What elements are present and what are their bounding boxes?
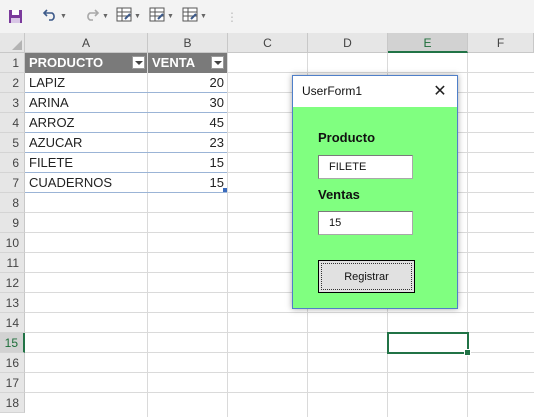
redo-icon: [84, 7, 100, 25]
table-header-producto: PRODUCTO: [29, 55, 104, 70]
row-header-11[interactable]: 11: [0, 253, 25, 273]
table-format-icon: [149, 7, 165, 26]
row-header-13[interactable]: 13: [0, 293, 25, 313]
row-header-4[interactable]: 4: [0, 113, 25, 133]
filter-dropdown-icon[interactable]: [132, 56, 145, 69]
producto-label: Producto: [318, 130, 376, 145]
undo-button[interactable]: ▼: [42, 6, 67, 26]
registrar-button[interactable]: Registrar: [318, 260, 415, 293]
row-header-3[interactable]: 3: [0, 93, 25, 113]
table-cell-venta[interactable]: 30: [148, 93, 227, 113]
gridline: [227, 53, 228, 417]
table-cell-venta[interactable]: 23: [148, 133, 227, 153]
table-header-cell[interactable]: PRODUCTO: [25, 53, 147, 73]
select-all-corner[interactable]: [0, 33, 25, 53]
row-header-14[interactable]: 14: [0, 313, 25, 333]
undo-dropdown-icon[interactable]: ▼: [60, 13, 67, 20]
row-header-15[interactable]: 15: [0, 333, 25, 353]
redo-dropdown-icon[interactable]: ▼: [102, 13, 109, 20]
table-resize-handle[interactable]: [223, 188, 227, 192]
table-cell-producto[interactable]: ARROZ: [25, 113, 147, 133]
row-header-10[interactable]: 10: [0, 233, 25, 253]
row-header-12[interactable]: 12: [0, 273, 25, 293]
column-header-a[interactable]: A: [25, 33, 148, 53]
format-dropdown-icon[interactable]: ▼: [200, 13, 207, 20]
quick-access-toolbar: ▼ ▼ ▼ ▼ ▼ ⋮: [0, 0, 534, 33]
column-header-d[interactable]: D: [308, 33, 388, 53]
table-format-icon: [182, 7, 198, 26]
gridline: [227, 72, 534, 73]
column-header-e[interactable]: E: [388, 33, 468, 53]
row-header-9[interactable]: 9: [0, 213, 25, 233]
fill-handle[interactable]: [464, 349, 471, 356]
table-cell-producto[interactable]: ARINA: [25, 93, 147, 113]
close-icon[interactable]: ✕: [429, 80, 451, 102]
dialog-client-area: Producto FILETE Ventas 15 Registrar: [293, 107, 457, 308]
row-header-6[interactable]: 6: [0, 153, 25, 173]
table-cell-producto[interactable]: FILETE: [25, 153, 147, 173]
table-header-venta: VENTA: [152, 55, 196, 70]
row-header-1[interactable]: 1: [0, 53, 25, 73]
table-format-icon: [116, 7, 132, 26]
gridline: [467, 53, 468, 417]
column-header-b[interactable]: B: [148, 33, 228, 53]
format-table-button-3[interactable]: ▼: [182, 6, 207, 26]
row-header-18[interactable]: 18: [0, 393, 25, 413]
table-cell-producto[interactable]: AZUCAR: [25, 133, 147, 153]
registrar-button-label: Registrar: [321, 263, 412, 290]
table-cell-producto[interactable]: LAPIZ: [25, 73, 147, 93]
gridline: [25, 392, 534, 393]
ventas-textbox[interactable]: 15: [318, 211, 413, 235]
table-cell-venta[interactable]: 15: [148, 173, 227, 193]
gridline: [25, 372, 534, 373]
gridline: [25, 312, 534, 313]
userform-dialog: UserForm1 ✕ Producto FILETE Ventas 15 Re…: [292, 75, 458, 309]
table-cell-producto[interactable]: CUADERNOS: [25, 173, 147, 193]
active-cell-selection[interactable]: [387, 332, 471, 356]
format-dropdown-icon[interactable]: ▼: [134, 13, 141, 20]
row-header-16[interactable]: 16: [0, 353, 25, 373]
row-header-8[interactable]: 8: [0, 193, 25, 213]
redo-button[interactable]: ▼: [84, 6, 109, 26]
dialog-titlebar[interactable]: UserForm1 ✕: [293, 76, 457, 107]
toolbar-overflow-icon[interactable]: ⋮: [226, 10, 238, 24]
save-icon[interactable]: [8, 6, 23, 26]
ventas-label: Ventas: [318, 187, 360, 202]
format-dropdown-icon[interactable]: ▼: [167, 13, 174, 20]
row-header-2[interactable]: 2: [0, 73, 25, 93]
format-table-button-2[interactable]: ▼: [149, 6, 174, 26]
producto-textbox[interactable]: FILETE: [318, 155, 413, 179]
table-cell-venta[interactable]: 15: [148, 153, 227, 173]
filter-dropdown-icon[interactable]: [211, 56, 224, 69]
row-header-17[interactable]: 17: [0, 373, 25, 393]
table-cell-venta[interactable]: 45: [148, 113, 227, 133]
row-header-5[interactable]: 5: [0, 133, 25, 153]
table-cell-venta[interactable]: 20: [148, 73, 227, 93]
row-header-7[interactable]: 7: [0, 173, 25, 193]
format-table-button[interactable]: ▼: [116, 6, 141, 26]
dialog-title: UserForm1: [302, 84, 363, 98]
column-header-f[interactable]: F: [468, 33, 534, 53]
undo-icon: [42, 7, 58, 25]
table-header-cell[interactable]: VENTA: [148, 53, 227, 73]
column-header-c[interactable]: C: [228, 33, 308, 53]
